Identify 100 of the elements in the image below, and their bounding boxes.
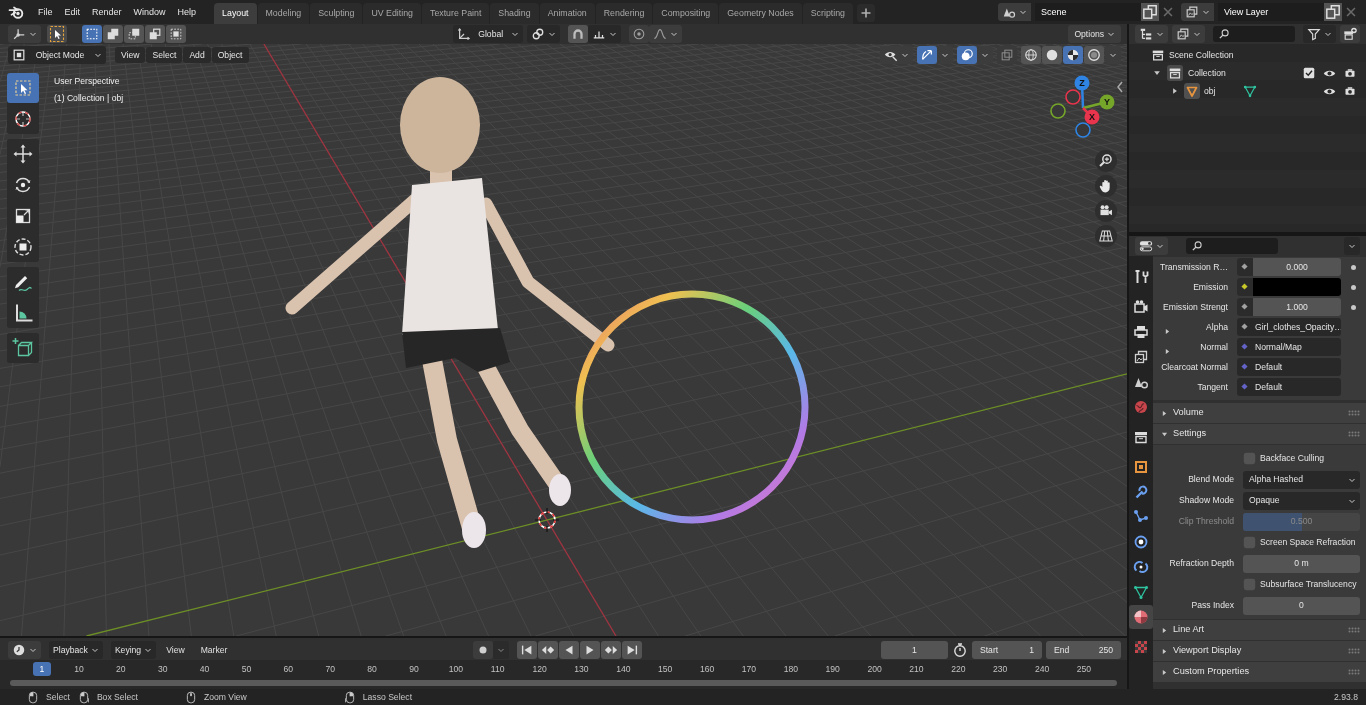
number-field[interactable]: 0 [1243,596,1360,615]
axis-handle[interactable]: Z [1074,75,1090,109]
workspace-tab[interactable]: Animation [539,3,595,24]
axis-handle[interactable] [1075,122,1091,138]
checkbox-option[interactable]: Screen Space Refraction [1243,533,1360,552]
value-field[interactable]: 0.000 [1237,258,1341,276]
axis-handle[interactable]: Y [1082,94,1115,110]
view-layer-field[interactable]: View Layer [1218,3,1324,21]
overlapping-squares-icon[interactable] [997,46,1017,64]
workspace-tab[interactable]: Rendering [595,3,653,24]
menu-item[interactable]: View [160,645,191,655]
search-field[interactable] [1213,26,1295,42]
dot-icon[interactable] [1351,264,1356,270]
box-plus-icon[interactable] [1340,25,1360,43]
add-cube-tool-icon[interactable] [7,333,39,363]
checkbox-icon[interactable] [1243,536,1256,549]
triangle-mesh-icon[interactable] [1243,84,1258,98]
disclosure-triangle-icon[interactable] [1163,346,1172,356]
previous-keyframe-icon[interactable] [537,641,558,659]
workspace-tab[interactable]: Scripting [802,3,853,24]
workspace-tab[interactable]: Compositing [653,3,719,24]
box-icon[interactable] [1166,65,1184,81]
dropdown-button[interactable] [977,46,993,64]
play-icon[interactable] [579,641,600,659]
chevron-left-icon[interactable] [1117,81,1123,93]
panel-header[interactable]: Volume [1153,403,1366,423]
menu-dropdown[interactable]: Playback [49,641,103,659]
options-dropdown[interactable]: Options [1068,25,1121,43]
menu-item[interactable]: Marker [194,645,234,655]
zoom-icon[interactable] [1095,150,1117,172]
menu-item[interactable]: View [115,46,146,64]
workspace-tab[interactable]: UV Editing [363,3,421,24]
falloff-dropdown[interactable] [648,25,682,43]
tree-item-label[interactable]: Scene Collection [1169,49,1234,61]
input-link-field[interactable]: Default [1237,378,1341,396]
editor-type-button[interactable] [8,641,41,659]
tree-item-label[interactable]: obj [1204,85,1216,97]
perspective-grid-icon[interactable] [1095,225,1117,247]
workspace-tab[interactable]: Layout [214,3,257,24]
number-field[interactable]: 0 m [1243,554,1360,573]
select-arrow-icon[interactable] [47,25,67,43]
dropdown-button[interactable] [1344,237,1360,255]
checkbox-icon[interactable] [1243,578,1256,591]
snap-target-dropdown[interactable] [587,25,621,43]
menu-item[interactable]: Help [171,3,203,21]
scene-type-button[interactable] [998,3,1031,21]
menu-item[interactable]: Object [211,46,249,64]
jump-start-icon[interactable] [516,641,537,659]
plus-icon[interactable] [857,4,875,22]
editor-type-button[interactable] [1135,237,1168,255]
panel-header[interactable]: Settings [1153,424,1366,444]
dot-icon[interactable] [1351,304,1356,310]
timeline-scrollbar[interactable] [10,680,1117,686]
menu-item[interactable]: Select [146,46,183,64]
workspace-tab[interactable]: Geometry Nodes [719,3,802,24]
workspace-tab[interactable]: Sculpting [310,3,363,24]
filter-dropdown[interactable] [1303,25,1336,43]
axis-handle[interactable] [1065,89,1081,105]
pivot-point-dropdown[interactable] [526,25,560,43]
dropdown-button[interactable] [937,46,953,64]
current-frame-marker[interactable]: 1 [33,662,51,676]
input-link-field[interactable]: Girl_clothes_Opacity… [1237,318,1341,336]
input-link-field[interactable]: Default [1237,358,1341,376]
panel-header[interactable]: Custom Properties [1153,662,1366,682]
menu-item[interactable]: Render [86,3,128,21]
drag-grip-icon[interactable] [1348,627,1360,633]
checkbox-option[interactable]: Subsurface Translucency [1243,575,1360,594]
app-logo-icon[interactable] [8,4,24,20]
drag-grip-icon[interactable] [1348,410,1360,416]
dot-icon[interactable] [1351,284,1356,290]
camera-icon[interactable] [1344,67,1356,79]
next-keyframe-icon[interactable] [600,641,621,659]
magnet-icon[interactable] [567,25,588,43]
display-mode-dropdown[interactable] [1135,25,1168,43]
viewport-background[interactable]: Object Mode View Select Add Object User Perspective (1) Collection | obj Z Y X [0,44,1127,636]
video-camera-icon[interactable] [1095,200,1117,222]
hand-icon[interactable] [1095,175,1117,197]
drag-grip-icon[interactable] [1348,669,1360,675]
jump-end-icon[interactable] [621,641,642,659]
object-mode-dropdown[interactable]: Object Mode [8,46,106,64]
menu-item[interactable]: Window [127,3,172,21]
drag-grip-icon[interactable] [1348,648,1360,654]
stopwatch-icon[interactable] [952,642,968,658]
menu-item[interactable]: Edit [58,3,87,21]
dropdown[interactable]: Opaque [1243,491,1360,510]
disclosure-triangle-icon[interactable] [1163,326,1172,336]
selection-mode-icon[interactable] [103,25,123,43]
scene-name-field[interactable]: Scene [1035,3,1141,21]
current-frame-field[interactable]: 1 [881,641,948,659]
checkbox-icon[interactable] [1243,452,1256,465]
tree-item-label[interactable]: Collection [1188,67,1226,79]
select-box-tool-icon[interactable] [7,73,39,103]
workspace-tab[interactable]: Texture Paint [422,3,490,24]
menu-dropdown[interactable]: Keying [110,641,157,659]
inverted-triangle-icon[interactable] [1184,83,1200,99]
drag-grip-icon[interactable] [1348,431,1360,437]
transform-orientation-dropdown[interactable]: Global [452,25,523,43]
view-layer-type-button[interactable] [1181,3,1214,21]
workspace-tab[interactable]: Modeling [257,3,310,24]
search-field[interactable] [1186,238,1278,254]
